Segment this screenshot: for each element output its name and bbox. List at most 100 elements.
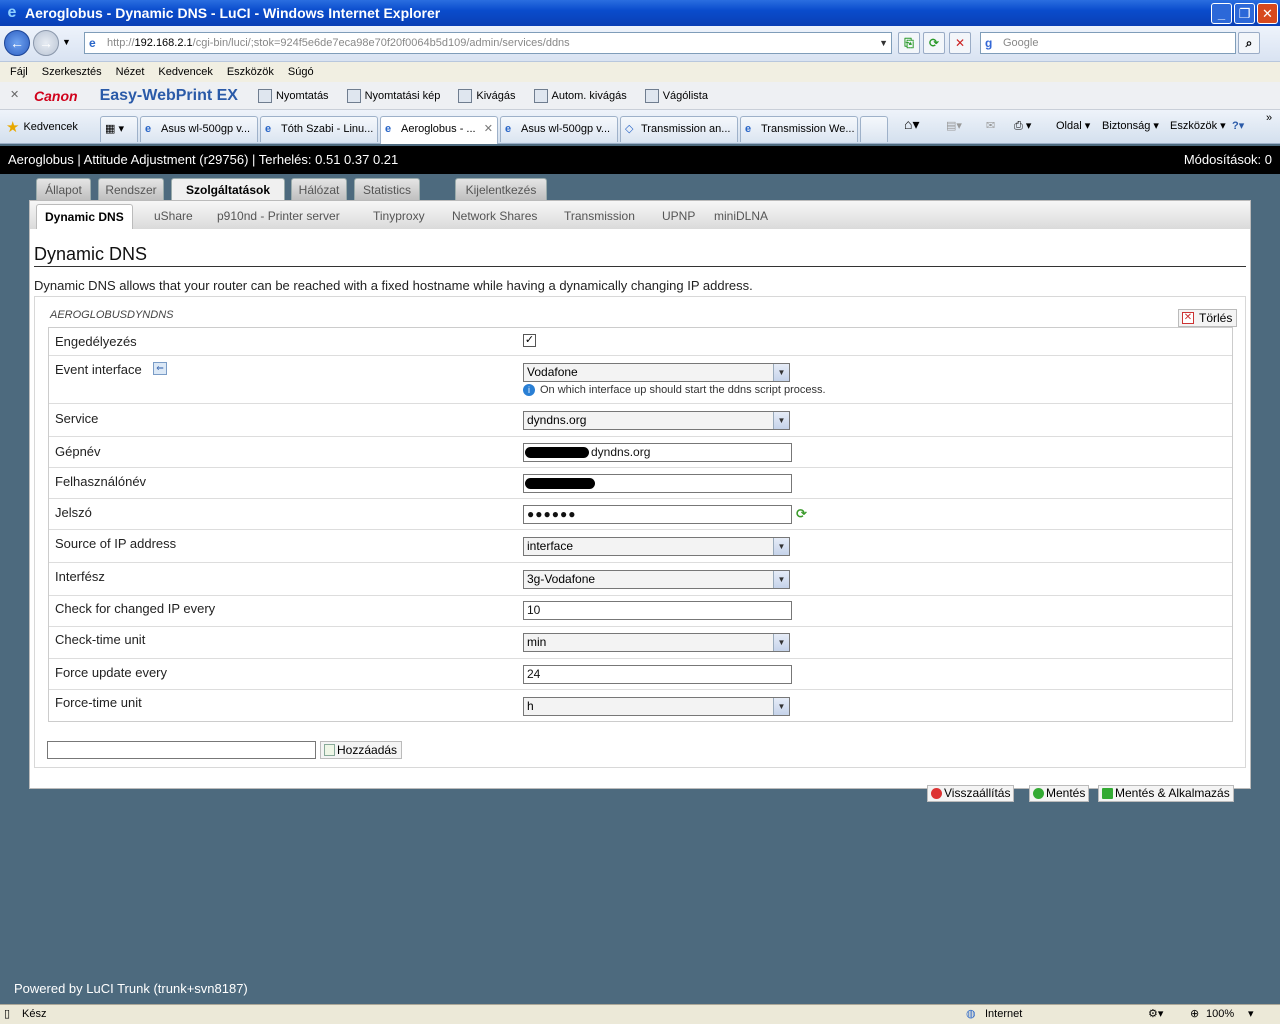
safety-menu[interactable]: Biztonság ▾: [1102, 119, 1159, 132]
changes-counter[interactable]: Módosítások: 0: [1184, 146, 1272, 174]
service-label: Service: [55, 411, 99, 426]
print-button[interactable]: Nyomtatás: [257, 88, 329, 103]
nav-tab-network[interactable]: Hálózat: [291, 178, 347, 201]
maximize-button[interactable]: ❐: [1234, 3, 1255, 24]
reset-button[interactable]: Visszaállítás: [927, 785, 1015, 802]
feeds-icon[interactable]: ▤▾: [946, 119, 962, 132]
interface-link-icon[interactable]: ⇐: [153, 362, 167, 375]
sub-tab-transmission[interactable]: Transmission: [564, 209, 635, 223]
mail-icon[interactable]: ✉: [986, 119, 995, 132]
menu-favorites[interactable]: Kedvencek: [158, 66, 212, 78]
address-bar[interactable]: e http://192.168.2.1/cgi-bin/luci/;stok=9…: [84, 32, 892, 54]
browser-tab[interactable]: e Asus wl-500gp v...: [140, 116, 258, 142]
browser-tab[interactable]: e Asus wl-500gp v...: [500, 116, 618, 142]
sub-tab-tinyproxy[interactable]: Tinyproxy: [373, 209, 425, 223]
reveal-password-icon[interactable]: ⟳: [796, 506, 807, 522]
browser-tab[interactable]: e Transmission We...: [740, 116, 858, 142]
quick-tabs-button[interactable]: ▦ ▾: [100, 116, 138, 142]
save-apply-button[interactable]: Mentés & Alkalmazás: [1098, 785, 1234, 802]
protected-mode-icon[interactable]: ⚙▾: [1148, 1005, 1163, 1023]
clip-label: Kivágás: [476, 89, 516, 102]
home-icon[interactable]: ⌂▾: [904, 116, 919, 133]
title-divider: [34, 266, 1246, 267]
favorites-button[interactable]: ★ Kedvencek: [6, 118, 78, 136]
print-icon[interactable]: ⎙ ▾: [1014, 119, 1031, 133]
tab-close-icon[interactable]: ✕: [484, 117, 493, 141]
force-interval-input[interactable]: 24: [523, 665, 792, 684]
search-input[interactable]: g Google: [980, 32, 1236, 54]
clip-icon: [458, 88, 473, 103]
interface-select[interactable]: 3g-Vodafone ▼: [523, 570, 790, 589]
force-unit-select[interactable]: h ▼: [523, 697, 790, 716]
sub-tab-dynamic-dns[interactable]: Dynamic DNS: [36, 204, 133, 231]
enable-checkbox[interactable]: ✓: [523, 334, 536, 347]
section-name: AEROGLOBUSDYNDNS: [50, 309, 174, 321]
address-dropdown-icon[interactable]: ▼: [879, 33, 888, 53]
page-menu[interactable]: Oldal ▾: [1056, 119, 1090, 132]
browser-tab[interactable]: ◇ Transmission an...: [620, 116, 738, 142]
menu-edit[interactable]: Szerkesztés: [42, 66, 102, 78]
sub-tab-upnp[interactable]: UPNP: [662, 209, 695, 223]
info-icon: i: [523, 384, 535, 396]
menu-file[interactable]: Fájl: [10, 66, 28, 78]
ip-source-select[interactable]: interface ▼: [523, 537, 790, 556]
nav-tab-status[interactable]: Állapot: [36, 178, 91, 201]
sub-tab-ushare[interactable]: uShare: [154, 209, 193, 223]
auto-clip-button[interactable]: Autom. kivágás: [533, 88, 627, 103]
check-interval-value: 10: [527, 603, 541, 617]
clip-list-button[interactable]: Vágólista: [644, 88, 708, 103]
status-bar: ▯ Kész ◍ Internet ⚙▾ ⊕ 100% ▾: [0, 1004, 1280, 1024]
browser-tab-active[interactable]: e Aeroglobus - ... ✕: [380, 116, 498, 144]
row-username: Felhasználónév: [49, 468, 1232, 499]
zoom-level[interactable]: 100%: [1206, 1005, 1234, 1023]
menu-view[interactable]: Nézet: [116, 66, 145, 78]
close-window-button[interactable]: ✕: [1257, 3, 1278, 24]
delete-section-button[interactable]: ✕ Törlés: [1178, 309, 1238, 327]
username-input[interactable]: [523, 474, 792, 493]
nav-tab-statistics[interactable]: Statistics: [354, 178, 420, 201]
auto-clip-icon: [533, 88, 548, 103]
sub-tab-network-shares[interactable]: Network Shares: [452, 209, 537, 223]
event-interface-value: Vodafone: [527, 365, 578, 379]
save-button[interactable]: Mentés: [1029, 785, 1090, 802]
force-unit-label: Force-time unit: [55, 695, 142, 710]
print-preview-button[interactable]: Nyomtatási kép: [346, 88, 440, 103]
easy-webprint-menu[interactable]: Easy-WebPrint EX: [100, 87, 238, 105]
chevron-more-icon[interactable]: »: [1266, 112, 1272, 124]
tools-menu[interactable]: Eszközök ▾: [1170, 119, 1226, 132]
status-page-icon: ▯: [4, 1008, 11, 1020]
minimize-button[interactable]: _: [1211, 3, 1232, 24]
recent-pages-dropdown-icon[interactable]: ▼: [62, 37, 71, 47]
zoom-dropdown-icon[interactable]: ▾: [1248, 1005, 1254, 1023]
hostname-input[interactable]: dyndns.org: [523, 443, 792, 462]
add-section-button[interactable]: Hozzáadás: [320, 741, 403, 759]
new-tab-button[interactable]: [860, 116, 888, 142]
row-enable: Engedélyezés ✓: [49, 328, 1232, 356]
stop-icon[interactable]: ✕: [949, 32, 971, 54]
nav-tab-system[interactable]: Rendszer: [98, 178, 164, 201]
address-scheme: http://: [107, 37, 135, 49]
compatibility-icon[interactable]: ⎘: [898, 32, 920, 54]
menu-help[interactable]: Súgó: [288, 66, 314, 78]
service-select[interactable]: dyndns.org ▼: [523, 411, 790, 430]
forward-button[interactable]: →: [33, 30, 59, 56]
zoom-icon[interactable]: ⊕: [1190, 1005, 1199, 1023]
new-section-input[interactable]: [47, 741, 316, 759]
sub-tab-minidlna[interactable]: miniDLNA: [714, 209, 768, 223]
tab-page-icon: ◇: [625, 123, 634, 135]
back-button[interactable]: ←: [4, 30, 30, 56]
check-interval-input[interactable]: 10: [523, 601, 792, 620]
help-icon[interactable]: ?▾: [1232, 119, 1244, 132]
check-unit-select[interactable]: min ▼: [523, 633, 790, 652]
refresh-icon[interactable]: ⟳: [923, 32, 945, 54]
event-interface-select[interactable]: Vodafone ▼: [523, 363, 790, 382]
toolbar-close-icon[interactable]: ✕: [10, 88, 19, 101]
menu-tools[interactable]: Eszközök: [227, 66, 274, 78]
clip-button[interactable]: Kivágás: [458, 88, 516, 103]
browser-tab[interactable]: e Tóth Szabi - Linu...: [260, 116, 378, 142]
hostname-value: dyndns.org: [591, 445, 651, 459]
sub-tab-p910nd[interactable]: p910nd - Printer server: [217, 209, 340, 223]
search-button[interactable]: ⌕: [1238, 32, 1260, 54]
nav-tab-logout[interactable]: Kijelentkezés: [455, 178, 547, 201]
password-input[interactable]: ●●●●●●: [523, 505, 792, 524]
